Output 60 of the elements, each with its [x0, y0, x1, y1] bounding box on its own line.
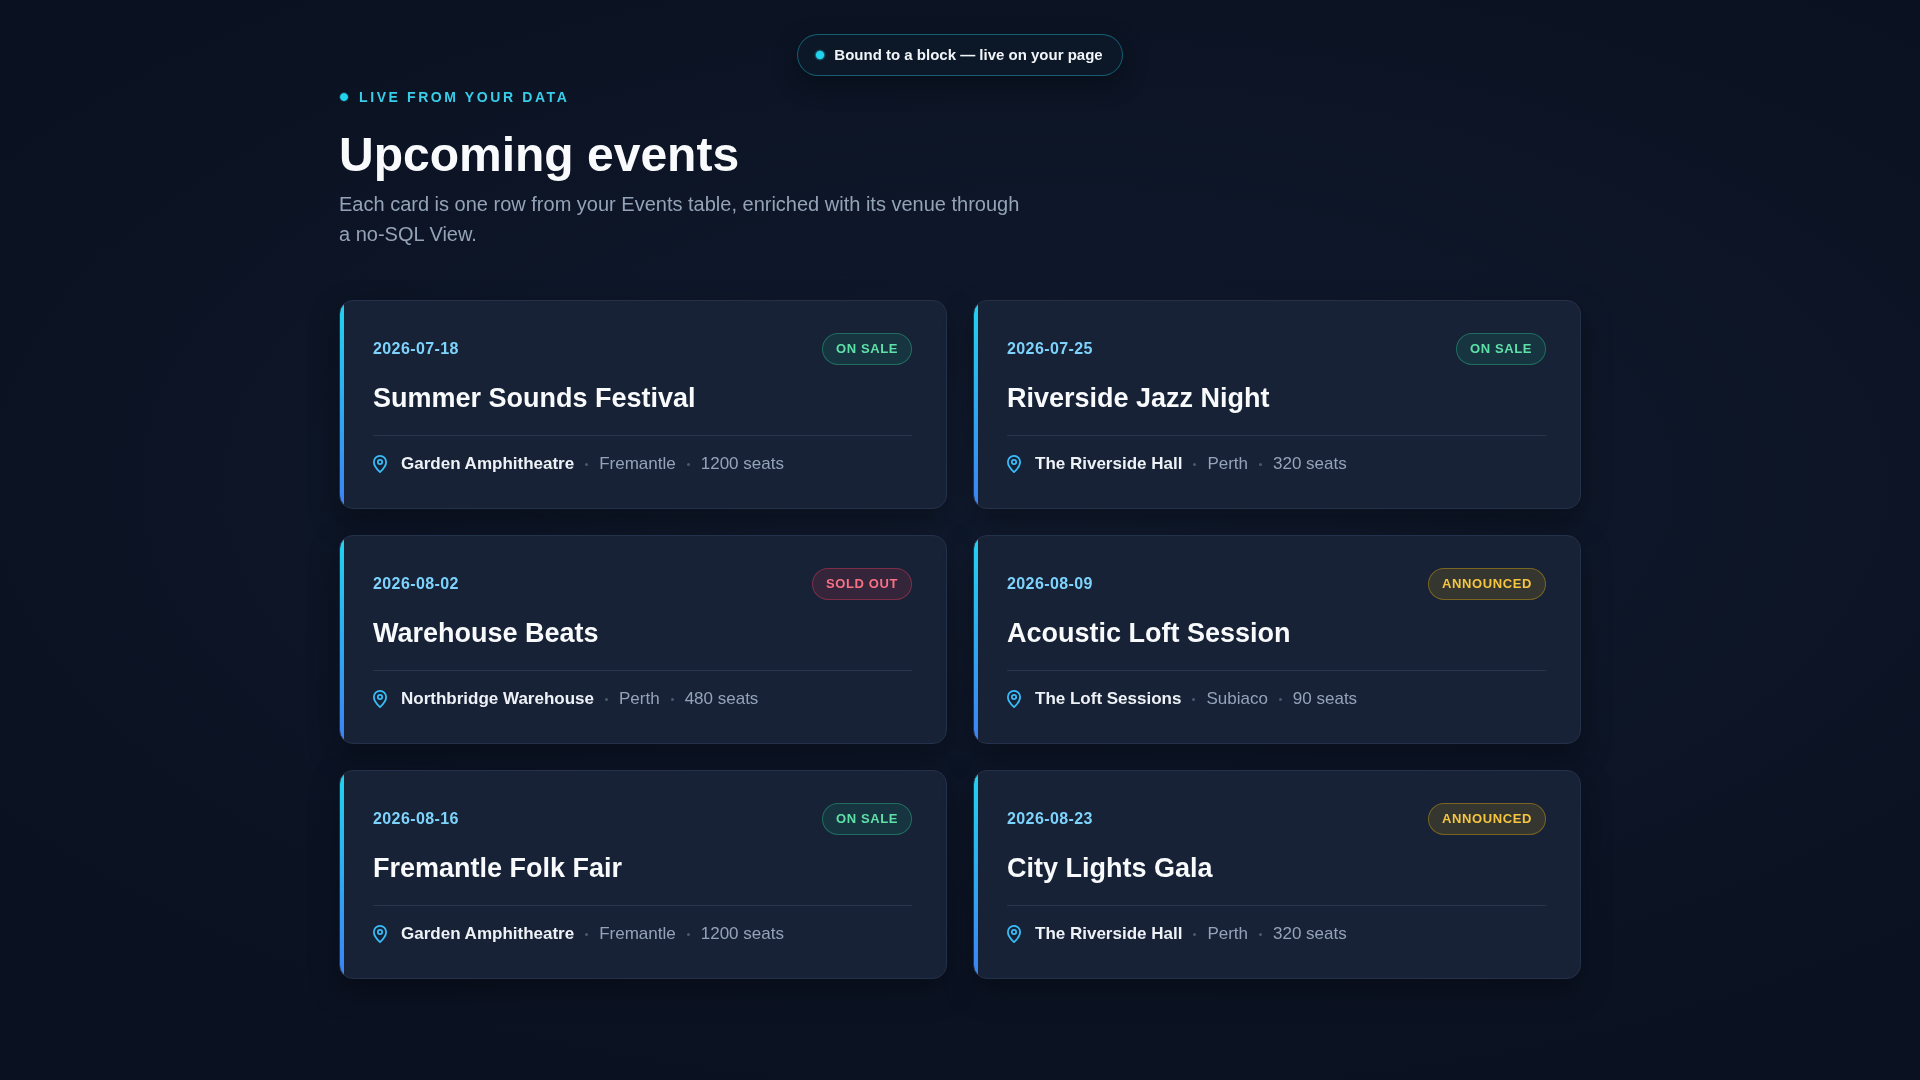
separator-dot-icon: [670, 697, 674, 701]
live-dot-icon: [814, 49, 827, 61]
live-dot-icon: [339, 92, 349, 102]
venue-city: Perth: [619, 688, 660, 710]
separator-dot-icon: [585, 932, 589, 936]
banner-text: Bound to a block — live on your page: [834, 45, 1103, 65]
status-badge: SOLD OUT: [812, 568, 912, 600]
separator-dot-icon: [1278, 697, 1282, 701]
event-title: Acoustic Loft Session: [1007, 617, 1291, 650]
map-pin-icon: [1007, 455, 1021, 473]
status-badge: ON SALE: [822, 333, 912, 365]
venue-name: The Riverside Hall: [1035, 453, 1183, 475]
venue-city: Subiaco: [1206, 688, 1268, 710]
map-pin-icon: [373, 690, 387, 708]
event-date: 2026-07-18: [373, 339, 459, 359]
page-title: Upcoming events: [339, 127, 740, 183]
separator-dot-icon: [1193, 932, 1197, 936]
separator-dot-icon: [585, 462, 589, 466]
venue-city: Perth: [1207, 453, 1249, 475]
seat-count: 320 seats: [1273, 923, 1347, 945]
seat-count: 90 seats: [1292, 688, 1358, 710]
venue-name: Garden Amphitheatre: [401, 453, 575, 475]
event-date: 2026-07-25: [1007, 339, 1093, 359]
separator-dot-icon: [1192, 697, 1196, 701]
seat-count: 320 seats: [1273, 453, 1347, 475]
map-pin-icon: [373, 925, 387, 943]
map-pin-icon: [1007, 690, 1021, 708]
page-subtitle: Each card is one row from your Events table, enriched with its venue through a no-SQL View.: [339, 192, 1021, 247]
map-pin-icon: [1007, 925, 1021, 943]
separator-dot-icon: [1259, 932, 1263, 936]
status-badge: ANNOUNCED: [1428, 803, 1546, 835]
event-title: City Lights Gala: [1007, 852, 1213, 885]
status-badge: ANNOUNCED: [1428, 568, 1546, 600]
venue-name: The Riverside Hall: [1035, 923, 1183, 945]
venue-city: Fremantle: [599, 923, 676, 945]
venue-city: Perth: [1207, 923, 1249, 945]
event-title: Summer Sounds Festival: [373, 382, 696, 415]
event-title: Fremantle Folk Fair: [373, 852, 623, 885]
separator-dot-icon: [1259, 462, 1263, 466]
event-date: 2026-08-02: [373, 574, 459, 594]
separator-dot-icon: [1193, 462, 1197, 466]
venue-name: Northbridge Warehouse: [401, 688, 594, 710]
seat-count: 1200 seats: [700, 453, 784, 475]
event-date: 2026-08-09: [1007, 574, 1093, 594]
separator-dot-icon: [605, 697, 608, 701]
seat-count: 1200 seats: [700, 923, 784, 945]
event-title: Warehouse Beats: [373, 617, 599, 650]
event-title: Riverside Jazz Night: [1007, 382, 1270, 415]
venue-city: Fremantle: [599, 453, 676, 475]
seat-count: 480 seats: [684, 688, 759, 710]
separator-dot-icon: [686, 932, 690, 936]
map-pin-icon: [373, 455, 387, 473]
separator-dot-icon: [686, 462, 690, 466]
status-badge: ON SALE: [822, 803, 912, 835]
status-badge: ON SALE: [1456, 333, 1546, 365]
event-date: 2026-08-16: [373, 809, 459, 829]
venue-name: The Loft Sessions: [1035, 688, 1182, 710]
venue-name: Garden Amphitheatre: [401, 923, 575, 945]
event-date: 2026-08-23: [1007, 809, 1093, 829]
section-eyebrow: LIVE FROM YOUR DATA: [359, 88, 570, 106]
